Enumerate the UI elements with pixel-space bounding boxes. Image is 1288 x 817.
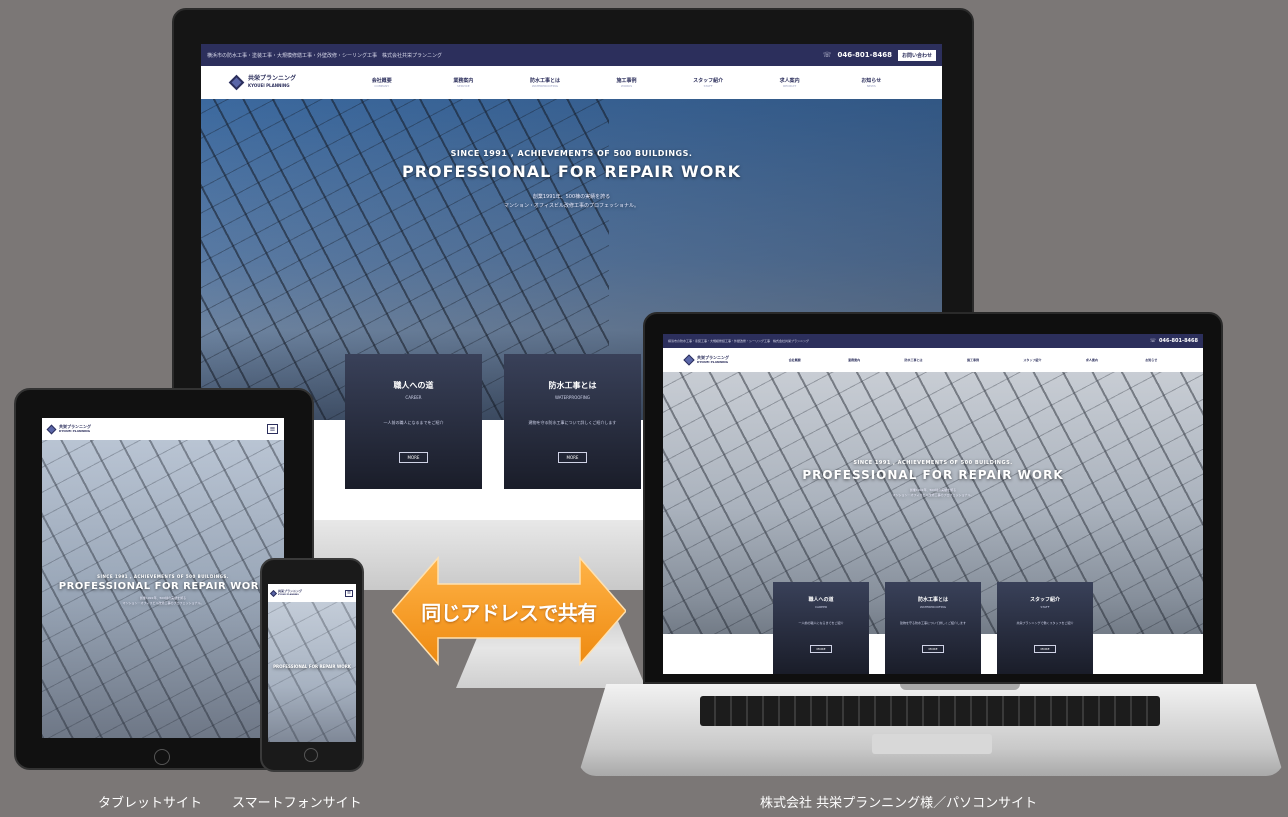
laptop-screen: 横浜市の防水工事・塗装工事・大規模修繕工事・外壁改修・シーリング工事 株式会社共… bbox=[663, 334, 1203, 674]
laptop-nav: 共栄プランニング KYOUEI PLANNING 会社概要 業務案内 防水工事と… bbox=[663, 348, 1203, 372]
laptop-hero-tagline: SINCE 1991 , ACHIEVEMENTS OF 500 BUILDIN… bbox=[853, 460, 1013, 466]
laptop-hero-copy-2: マンション・オフィスビル改修工事のプロフェッショナル。 bbox=[892, 493, 974, 497]
site-logo[interactable]: 共栄プランニング KYOUEI PLANNING bbox=[228, 74, 341, 91]
hero-tagline: SINCE 1991 , ACHIEVEMENTS OF 500 BUILDIN… bbox=[450, 149, 693, 158]
laptop-nav-works[interactable]: 施工事例 bbox=[943, 358, 1002, 362]
laptop-topbar-text: 横浜市の防水工事・塗装工事・大規模修繕工事・外壁改修・シーリング工事 株式会社共… bbox=[668, 339, 810, 343]
laptop-hinge bbox=[900, 684, 1020, 690]
nav-recruit[interactable]: 求人案内 RECRUIT bbox=[749, 77, 831, 88]
laptop-trackpad bbox=[872, 734, 992, 754]
hero-copy-2: マンション・オフィスビル改修工事のプロフェッショナル。 bbox=[504, 203, 639, 209]
logo-diamond-icon bbox=[228, 74, 245, 91]
site-nav: 共栄プランニング KYOUEI PLANNING 会社概要 COMPANY 業務案… bbox=[201, 66, 942, 99]
card-career-more-button[interactable]: MORE bbox=[398, 452, 429, 463]
laptop-nav-staff[interactable]: スタッフ紹介 bbox=[1003, 358, 1062, 362]
laptop-hero-copy-1: 創業1991年、500棟の実績を誇る bbox=[909, 488, 957, 492]
laptop-nav-waterproofing[interactable]: 防水工事とは bbox=[884, 358, 943, 362]
logo-jp: 共栄プランニング bbox=[248, 75, 297, 83]
laptop-nav-news[interactable]: お知らせ bbox=[1122, 358, 1181, 362]
tablet-hero-copy-2: マンション・オフィスビル改修工事のプロフェッショナル。 bbox=[122, 601, 204, 605]
laptop-keyboard bbox=[700, 696, 1160, 726]
nav-works[interactable]: 施工事例 WORKS bbox=[586, 77, 668, 88]
phone-number[interactable]: 046-801-8468 bbox=[837, 51, 892, 59]
tablet-hero-title: PROFESSIONAL FOR REPAIR WORK bbox=[58, 581, 268, 592]
laptop-hero: SINCE 1991 , ACHIEVEMENTS OF 500 BUILDIN… bbox=[663, 372, 1203, 674]
phone-header: 共栄プランニング KYOUEI PLANNING ≡ bbox=[268, 584, 356, 602]
card-waterproofing[interactable]: 防水工事とは WATERPROOFING 建物を守る防水工事について詳しくご紹介… bbox=[504, 354, 641, 489]
phone-icon: ☏ bbox=[822, 51, 832, 59]
tablet-hero-copy-1: 創業1991年、500棟の実績を誇る bbox=[139, 596, 187, 600]
nav-company[interactable]: 会社概要 COMPANY bbox=[341, 77, 423, 88]
laptop-card-career-more-button[interactable]: MORE bbox=[809, 645, 833, 653]
caption-phone: スマートフォンサイト bbox=[232, 796, 362, 811]
laptop-card-waterproofing[interactable]: 防水工事とは WATERPROOFING 建物を守る防水工事について詳しくご紹介… bbox=[885, 582, 981, 674]
tablet-screen: 共栄プランニング KYOUEI PLANNING ≡ SINCE 1991 , … bbox=[42, 418, 284, 738]
topbar-text: 横浜市の防水工事・塗装工事・大規模修繕工事・外壁改修・シーリング工事 株式会社共… bbox=[207, 52, 443, 59]
laptop-card-staff-more-button[interactable]: MORE bbox=[1033, 645, 1057, 653]
laptop-hero-title: PROFESSIONAL FOR REPAIR WORK bbox=[802, 468, 1064, 482]
nav-news[interactable]: お知らせ NEWS bbox=[830, 77, 912, 88]
laptop-topbar: 横浜市の防水工事・塗装工事・大規模修繕工事・外壁改修・シーリング工事 株式会社共… bbox=[663, 334, 1203, 348]
laptop-card-staff[interactable]: スタッフ紹介 STAFF 共栄プランニングで働くスタッフをご紹介 MORE bbox=[997, 582, 1093, 674]
tablet-menu-icon[interactable]: ≡ bbox=[267, 424, 278, 434]
phone-hero: PROFESSIONAL FOR REPAIR WORK bbox=[268, 602, 356, 742]
card-waterproofing-more-button[interactable]: MORE bbox=[557, 452, 588, 463]
contact-button[interactable]: お問い合わせ bbox=[897, 49, 936, 61]
phone-logo-jp: 共栄プランニング bbox=[278, 588, 303, 593]
site-topbar: 横浜市の防水工事・塗装工事・大規模修繕工事・外壁改修・シーリング工事 株式会社共… bbox=[201, 44, 942, 66]
laptop-phone-number[interactable]: 046-801-8468 bbox=[1159, 338, 1198, 344]
laptop-card-career[interactable]: 職人への道 CAREER 一人前の職人になるまでをご紹介 MORE bbox=[773, 582, 869, 674]
caption-pc: 株式会社 共栄プランニング様／パソコンサイト bbox=[760, 796, 1038, 811]
tablet-hero: SINCE 1991 , ACHIEVEMENTS OF 500 BUILDIN… bbox=[42, 440, 284, 738]
phone-hero-title: PROFESSIONAL FOR REPAIR WORK bbox=[273, 664, 351, 669]
tablet-hero-tagline: SINCE 1991 , ACHIEVEMENTS OF 500 BUILDIN… bbox=[97, 574, 229, 579]
laptop-nav-recruit[interactable]: 求人案内 bbox=[1062, 358, 1121, 362]
laptop-logo-icon bbox=[683, 354, 695, 366]
logo-en: KYOUEI PLANNING bbox=[248, 82, 290, 88]
phone-logo-icon bbox=[269, 589, 278, 597]
laptop-card-waterproofing-more-button[interactable]: MORE bbox=[921, 645, 945, 653]
card-career[interactable]: 職人への道 CAREER 一人前の職人になるまでをご紹介 MORE bbox=[345, 354, 482, 489]
tablet-home-button-icon bbox=[154, 749, 170, 765]
laptop-logo[interactable]: 共栄プランニング KYOUEI PLANNING bbox=[683, 354, 765, 366]
phone-screen: 共栄プランニング KYOUEI PLANNING ≡ PROFESSIONAL … bbox=[268, 584, 356, 742]
nav-waterproofing[interactable]: 防水工事とは WATERPROOFING bbox=[504, 77, 586, 88]
nav-service[interactable]: 業務案内 SERVICE bbox=[423, 77, 505, 88]
hero-title: PROFESSIONAL FOR REPAIR WORK bbox=[401, 162, 742, 181]
phone-home-button-icon bbox=[304, 748, 318, 762]
nav-staff[interactable]: スタッフ紹介 STAFF bbox=[667, 77, 749, 88]
tablet-header: 共栄プランニング KYOUEI PLANNING ≡ bbox=[42, 418, 284, 440]
phone-menu-icon[interactable]: ≡ bbox=[345, 589, 353, 597]
laptop-phone-icon: ☏ bbox=[1149, 338, 1157, 344]
laptop-nav-service[interactable]: 業務案内 bbox=[824, 358, 883, 362]
phone-logo-en: KYOUEI PLANNING bbox=[278, 594, 299, 596]
caption-tablet: タブレットサイト bbox=[98, 796, 203, 811]
laptop-nav-company[interactable]: 会社概要 bbox=[765, 358, 824, 362]
hero-copy-1: 創業1991年、500棟の実績を誇る bbox=[532, 194, 611, 200]
share-arrow-label: 同じアドレスで共有 bbox=[421, 600, 597, 625]
tablet-logo-en: KYOUEI PLANNING bbox=[59, 429, 91, 433]
tablet-logo-icon bbox=[46, 424, 57, 434]
